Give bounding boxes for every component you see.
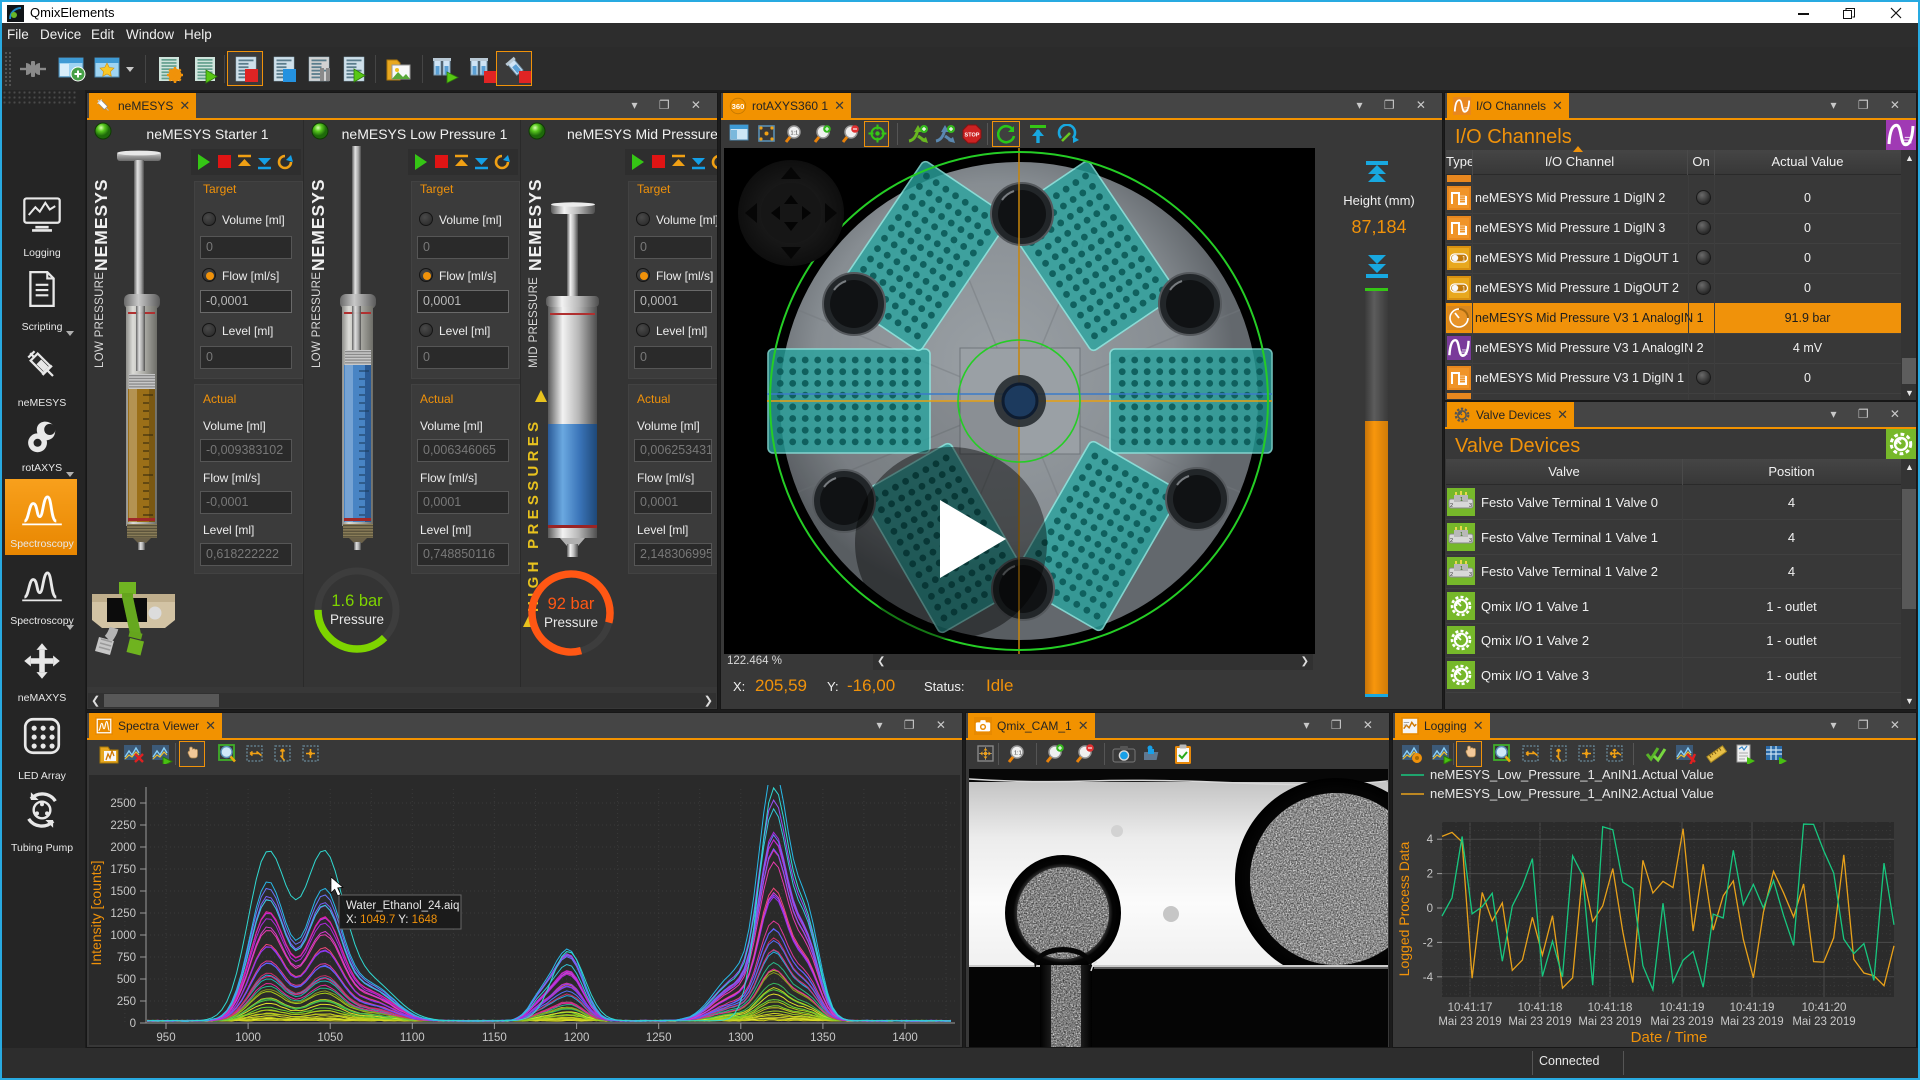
svg-text:Logged Process Data: Logged Process Data [1396, 841, 1412, 976]
svg-text:10:41:20: 10:41:20 [1802, 1002, 1847, 1014]
svg-text:1500: 1500 [110, 886, 136, 898]
svg-text:1750: 1750 [110, 864, 136, 876]
svg-text:500: 500 [117, 974, 136, 986]
svg-text:neMESYS_Low_Pressure_1_AnIN1.A: neMESYS_Low_Pressure_1_AnIN1.Actual Valu… [1430, 767, 1714, 782]
svg-text:1100: 1100 [400, 1032, 425, 1044]
svg-text:1.6 bar: 1.6 bar [331, 592, 383, 610]
svg-text:1050: 1050 [317, 1032, 343, 1044]
svg-text:1: 1 [1462, 286, 1466, 293]
svg-text:2: 2 [1450, 503, 1453, 509]
svg-text:1:1: 1:1 [1014, 751, 1022, 757]
svg-text:1: 1 [1460, 566, 1463, 572]
svg-text:1: 1 [1462, 256, 1466, 263]
svg-text:neMESYS_Low_Pressure_1_AnIN2.A: neMESYS_Low_Pressure_1_AnIN2.Actual Valu… [1430, 786, 1714, 801]
svg-text:0: 0 [130, 1018, 136, 1030]
svg-text:3: 3 [1469, 538, 1472, 544]
svg-text:250: 250 [117, 996, 136, 1008]
svg-text:750: 750 [117, 952, 136, 964]
svg-text:10:41:17: 10:41:17 [1448, 1002, 1493, 1014]
svg-text:1200: 1200 [564, 1032, 590, 1044]
svg-text:Mai 23 2019: Mai 23 2019 [1508, 1016, 1571, 1028]
svg-text:Date / Time: Date / Time [1631, 1029, 1708, 1046]
svg-text:Mai 23 2019: Mai 23 2019 [1650, 1016, 1713, 1028]
svg-text:1: 1 [1460, 497, 1463, 503]
svg-text:10:41:19: 10:41:19 [1730, 1002, 1775, 1014]
svg-text:10:41:18: 10:41:18 [1588, 1002, 1633, 1014]
svg-text:1350: 1350 [810, 1032, 836, 1044]
svg-text:2: 2 [1450, 572, 1453, 578]
svg-text:1000: 1000 [235, 1032, 261, 1044]
svg-text:360: 360 [732, 102, 745, 111]
svg-text:Intensity [counts]: Intensity [counts] [89, 860, 104, 965]
svg-text:1250: 1250 [646, 1032, 672, 1044]
svg-text:1150: 1150 [482, 1032, 507, 1044]
svg-text:Mai 23 2019: Mai 23 2019 [1438, 1016, 1501, 1028]
svg-text:4: 4 [1427, 834, 1434, 846]
svg-text:3: 3 [1469, 572, 1472, 578]
svg-text:2: 2 [1450, 538, 1453, 544]
svg-text:Pressure: Pressure [330, 612, 384, 627]
svg-text:10:41:18: 10:41:18 [1518, 1002, 1563, 1014]
svg-text:2500: 2500 [110, 798, 136, 810]
svg-text:92 bar: 92 bar [548, 595, 595, 613]
svg-text:Mai 23 2019: Mai 23 2019 [1578, 1016, 1641, 1028]
svg-text:1: 1 [1460, 532, 1463, 538]
svg-text:-2: -2 [1423, 937, 1433, 949]
svg-text:1:1: 1:1 [791, 131, 799, 137]
svg-text:X: 1049.7 Y: 1648: X: 1049.7 Y: 1648 [346, 914, 437, 926]
svg-text:950: 950 [156, 1032, 175, 1044]
svg-text:1300: 1300 [728, 1032, 754, 1044]
svg-text:1250: 1250 [110, 908, 136, 920]
svg-text:1400: 1400 [892, 1032, 918, 1044]
svg-text:Mai 23 2019: Mai 23 2019 [1720, 1016, 1783, 1028]
svg-text:-4: -4 [1423, 972, 1434, 984]
svg-text:10:41:19: 10:41:19 [1660, 1002, 1705, 1014]
svg-text:2250: 2250 [110, 820, 136, 832]
svg-text:0: 0 [1427, 903, 1433, 915]
svg-text:Water_Ethanol_24.aiq: Water_Ethanol_24.aiq [346, 900, 459, 912]
svg-text:2000: 2000 [110, 842, 136, 854]
svg-text:STOP: STOP [965, 133, 980, 139]
svg-text:3: 3 [1469, 503, 1472, 509]
svg-text:Pressure: Pressure [544, 615, 598, 630]
svg-text:Mai 23 2019: Mai 23 2019 [1792, 1016, 1855, 1028]
svg-text:1000: 1000 [110, 930, 136, 942]
svg-text:2: 2 [1427, 869, 1433, 881]
